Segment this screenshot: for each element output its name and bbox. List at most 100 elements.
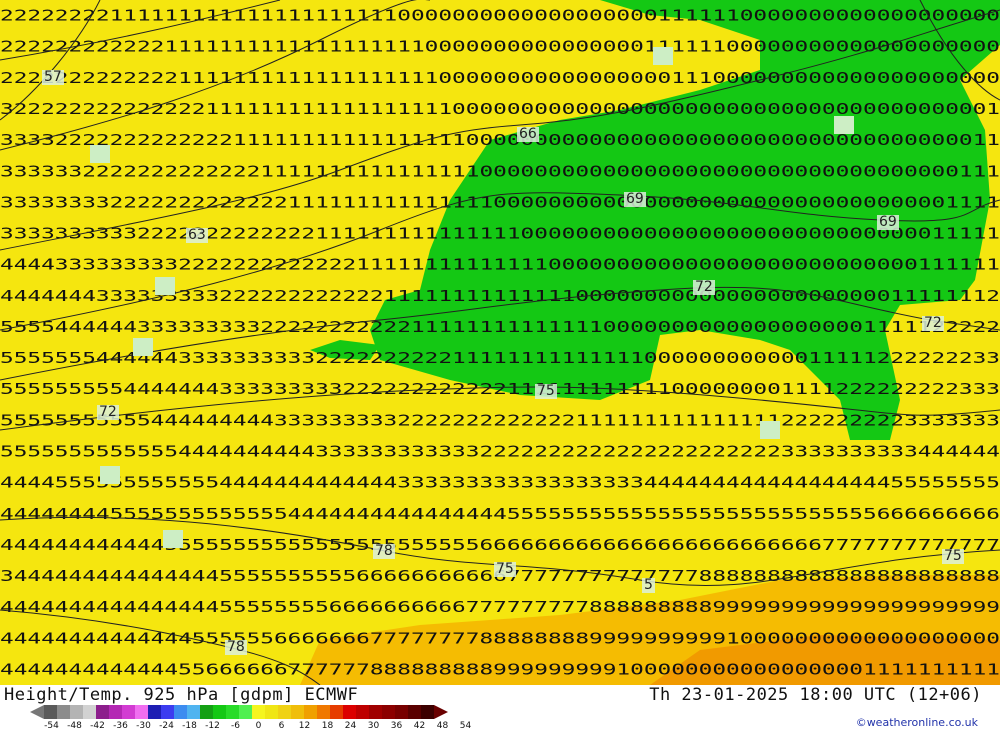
legend-tick: 18: [321, 721, 334, 731]
digit-row: 4444444333333333222222222222111111111111…: [0, 287, 1000, 305]
legend-tick: -54: [44, 721, 59, 731]
legend-swatch: [369, 705, 382, 719]
digit-row: 4444444444445555555555555555555555566666…: [0, 536, 1000, 554]
contour-label-66: 66: [517, 126, 539, 142]
legend-swatch: [278, 705, 291, 719]
digit-row: 3333332222222222222111111111111111100000…: [0, 162, 1000, 180]
map-title: Height/Temp. 925 hPa [gdpm] ECMWF: [4, 685, 359, 705]
legend-swatch: [304, 705, 317, 719]
station-marker: [155, 277, 175, 295]
legend-tick: 54: [459, 721, 472, 731]
digit-row: 4444444444444455555566666667777777788888…: [0, 629, 1000, 647]
legend-swatch: [161, 705, 174, 719]
contour-label-78: 78: [373, 543, 395, 559]
legend-swatch: [252, 705, 265, 719]
legend-tick: -12: [205, 721, 220, 731]
contour-label-72-east: 72: [922, 315, 944, 331]
digit-row: 5555444444333333333222222222221111111111…: [0, 318, 1000, 336]
legend-swatch: [226, 705, 239, 719]
legend-swatch: [356, 705, 369, 719]
legend-swatch: [330, 705, 343, 719]
digit-row: 4444555555555555444444444444433333333333…: [0, 474, 1000, 492]
legend-swatch: [44, 705, 57, 719]
digit-row: 2222222222222111111111111111111100000000…: [0, 69, 1000, 87]
legend-swatch: [148, 705, 161, 719]
legend-swatches: [44, 705, 434, 719]
legend-swatch: [135, 705, 148, 719]
legend-swatch: [317, 705, 330, 719]
legend-tick-labels: -54 -48 -42 -36 -30 -24 -18 -12 -6 0 6 12 18 24 30 36 42…: [40, 721, 477, 731]
legend-swatch: [343, 705, 356, 719]
color-legend: [30, 705, 448, 719]
digit-row: 5555555555544444444433333333322222222222…: [0, 411, 1000, 429]
station-marker: [133, 338, 153, 356]
legend-tick: -30: [136, 721, 151, 731]
station-marker: [834, 116, 854, 134]
legend-swatch: [57, 705, 70, 719]
legend-swatch: [265, 705, 278, 719]
legend-swatch: [83, 705, 96, 719]
contour-label-72-west: 72: [97, 404, 119, 420]
contour-label-75: 75: [535, 383, 557, 399]
station-marker: [100, 466, 120, 484]
contour-label-69-east: 69: [877, 214, 899, 230]
station-marker: [760, 421, 780, 439]
legend-tick: -24: [159, 721, 174, 731]
contour-label-69: 69: [624, 191, 646, 207]
digit-row: 3333333333222222222222211111111111111100…: [0, 225, 1000, 243]
legend-right-arrow-icon: [434, 705, 448, 719]
digit-row: 2222222211111111111111111111100000000000…: [0, 7, 1000, 25]
station-marker: [653, 47, 673, 65]
legend-swatch: [70, 705, 83, 719]
digit-row: 4444333333333222222222222211111111111111…: [0, 256, 1000, 274]
digit-row: 4444444444444444555555556666666666777777…: [0, 598, 1000, 616]
contour-label-5: 5: [642, 577, 655, 593]
contour-label-63: 63: [186, 227, 208, 243]
legend-tick: -42: [90, 721, 105, 731]
digit-row: 4444444444444556666667777778888888889999…: [0, 660, 1000, 678]
legend-tick: 36: [390, 721, 403, 731]
station-marker: [163, 530, 183, 548]
legend-tick: 30: [367, 721, 380, 731]
legend-tick: -48: [67, 721, 82, 731]
legend-swatch: [122, 705, 135, 719]
forecast-timestamp: Th 23-01-2025 18:00 UTC (12+06): [649, 685, 982, 705]
contour-label-78-southwest: 78: [225, 639, 247, 655]
legend-left-arrow-icon: [30, 705, 44, 719]
legend-swatch: [187, 705, 200, 719]
contour-label-72: 72: [693, 279, 715, 295]
digit-row: 4444444455555555555554444444444444444555…: [0, 505, 1000, 523]
legend-tick: 48: [436, 721, 449, 731]
legend-tick: -6: [231, 721, 240, 731]
digit-row: 3333333322222222222221111111111111110000…: [0, 193, 1000, 211]
legend-swatch: [96, 705, 109, 719]
legend-swatch: [109, 705, 122, 719]
legend-tick: 0: [255, 721, 262, 731]
legend-tick: 24: [344, 721, 357, 731]
contour-label-57: 57: [42, 69, 64, 85]
legend-swatch: [174, 705, 187, 719]
legend-tick: -36: [113, 721, 128, 731]
legend-swatch: [200, 705, 213, 719]
legend-swatch: [421, 705, 434, 719]
legend-swatch: [291, 705, 304, 719]
legend-swatch: [213, 705, 226, 719]
map-footer: Height/Temp. 925 hPa [gdpm] ECMWF Th 23-…: [0, 685, 1000, 733]
legend-swatch: [239, 705, 252, 719]
legend-swatch: [395, 705, 408, 719]
contour-label-75-southeast: 75: [942, 548, 964, 564]
digit-row: 2222222222221111111111111111111000000000…: [0, 38, 1000, 56]
weather-map: 2222222211111111111111111111100000000000…: [0, 0, 1000, 685]
contour-label-75-south: 75: [494, 561, 516, 577]
legend-swatch: [408, 705, 421, 719]
cold-zone-area: [370, 0, 1000, 440]
legend-tick: 12: [298, 721, 311, 731]
legend-tick: 42: [413, 721, 426, 731]
legend-tick: -18: [182, 721, 197, 731]
legend-tick: 6: [278, 721, 285, 731]
station-marker: [90, 145, 110, 163]
credit-link[interactable]: ©weatheronline.co.uk: [856, 716, 978, 729]
digit-row: 5555555555555444444444433333333333322222…: [0, 442, 1000, 460]
digit-row: 5555555554444444333333333222222222222111…: [0, 380, 1000, 398]
legend-swatch: [382, 705, 395, 719]
